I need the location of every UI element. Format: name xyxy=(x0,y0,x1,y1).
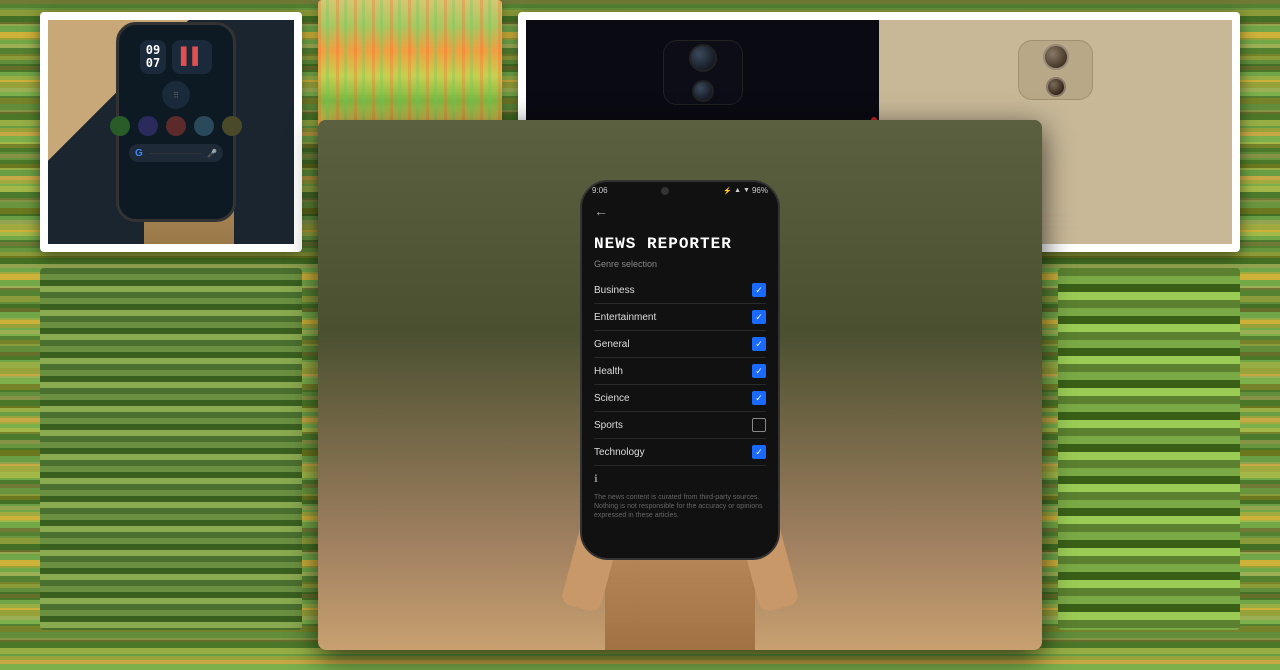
pixel-app-phone xyxy=(110,116,130,136)
back-arrow[interactable]: ← xyxy=(594,197,766,225)
pixel-app-maps xyxy=(166,116,186,136)
news-reporter-phone: 9:06 ⚡ ▲ ▼ 96% ← NEWS REPORTER xyxy=(580,180,780,560)
waveform-icon: ▌▌ xyxy=(181,48,204,66)
pixel-waveform-widget: ▌▌ xyxy=(172,40,212,74)
photo-grid: 09 07 ▌▌ ⠿ xyxy=(0,0,1280,670)
genre-checkbox-technology[interactable] xyxy=(752,445,766,459)
app-title: NEWS REPORTER xyxy=(594,235,766,253)
photo-grass-left xyxy=(40,268,302,630)
pixel-dot-icon: ⠿ xyxy=(173,91,179,100)
pixel-phone-scene: 09 07 ▌▌ ⠿ xyxy=(48,20,294,244)
camera-punch-hole xyxy=(661,187,669,195)
genre-name-health: Health xyxy=(594,366,623,377)
pixel-screen-widgets: 09 07 ▌▌ xyxy=(140,40,212,74)
genre-item-sports: Sports xyxy=(594,412,766,439)
pixel-large-widget: ⠿ xyxy=(162,81,190,109)
dark-camera-module xyxy=(663,40,743,105)
status-time: 9:06 xyxy=(592,186,608,195)
genre-checkbox-entertainment[interactable] xyxy=(752,310,766,324)
photo-pixel-phone: 09 07 ▌▌ ⠿ xyxy=(40,12,302,252)
disclaimer-section: ℹ The news content is curated from third… xyxy=(594,474,766,520)
light-camera-lens-2 xyxy=(1046,77,1066,97)
genre-checkbox-sports[interactable] xyxy=(752,418,766,432)
genre-name-entertainment: Entertainment xyxy=(594,312,656,323)
grass-left-bg xyxy=(40,268,302,630)
genre-name-science: Science xyxy=(594,393,630,404)
genre-checkbox-science[interactable] xyxy=(752,391,766,405)
grass-right-bg xyxy=(1058,268,1240,630)
genre-item-general: General xyxy=(594,331,766,358)
battery-text: 96% xyxy=(752,186,768,195)
bluetooth-icon: ⚡ xyxy=(723,187,732,195)
phone-status-bar: 9:06 ⚡ ▲ ▼ 96% xyxy=(582,182,778,197)
signal-icon: ▲ xyxy=(734,187,741,194)
pixel-app-music xyxy=(138,116,158,136)
genre-checkbox-general[interactable] xyxy=(752,337,766,351)
genre-name-technology: Technology xyxy=(594,447,645,458)
pixel-google-bar: G 🎤 xyxy=(129,144,223,162)
pixel-time-display: 09 07 xyxy=(146,44,160,70)
nothing-glyph-line-2 xyxy=(1041,220,1071,223)
dark-camera-lens-2 xyxy=(692,80,714,102)
disclaimer-text: The news content is curated from third-p… xyxy=(594,493,766,520)
genre-checkbox-health[interactable] xyxy=(752,364,766,378)
photo-grass-right xyxy=(1058,268,1240,630)
light-camera-lens-1 xyxy=(1043,44,1069,70)
pixel-time-widget: 09 07 xyxy=(140,40,166,74)
photo-news-reporter: 9:06 ⚡ ▲ ▼ 96% ← NEWS REPORTER xyxy=(318,120,1042,650)
news-reporter-screen: ← NEWS REPORTER Genre selection Business xyxy=(582,197,778,553)
pixel-app-wifi xyxy=(194,116,214,136)
genre-item-health: Health xyxy=(594,358,766,385)
pixel-app-settings xyxy=(222,116,242,136)
genre-item-business: Business xyxy=(594,277,766,304)
dark-camera-lens-1 xyxy=(689,44,717,72)
center-phone-scene: 9:06 ⚡ ▲ ▼ 96% ← NEWS REPORTER xyxy=(318,120,1042,650)
genre-checkbox-business[interactable] xyxy=(752,283,766,297)
genre-name-general: General xyxy=(594,339,630,350)
info-icon: ℹ xyxy=(594,474,766,485)
genre-name-business: Business xyxy=(594,285,635,296)
genre-item-science: Science xyxy=(594,385,766,412)
google-mic-icon: 🎤 xyxy=(207,149,217,158)
google-logo: G xyxy=(135,148,143,159)
pixel-app-row xyxy=(110,116,242,136)
genre-selection-label: Genre selection xyxy=(594,259,766,269)
genre-list: Business Entertainment General xyxy=(594,277,766,466)
light-camera-module xyxy=(1018,40,1093,100)
genre-item-technology: Technology xyxy=(594,439,766,466)
pixel-phone-body: 09 07 ▌▌ ⠿ xyxy=(116,22,236,222)
status-icons: ⚡ ▲ ▼ 96% xyxy=(723,186,768,195)
google-bar-divider xyxy=(149,153,201,154)
genre-item-entertainment: Entertainment xyxy=(594,304,766,331)
genre-name-sports: Sports xyxy=(594,420,623,431)
wifi-icon: ▼ xyxy=(743,187,750,194)
